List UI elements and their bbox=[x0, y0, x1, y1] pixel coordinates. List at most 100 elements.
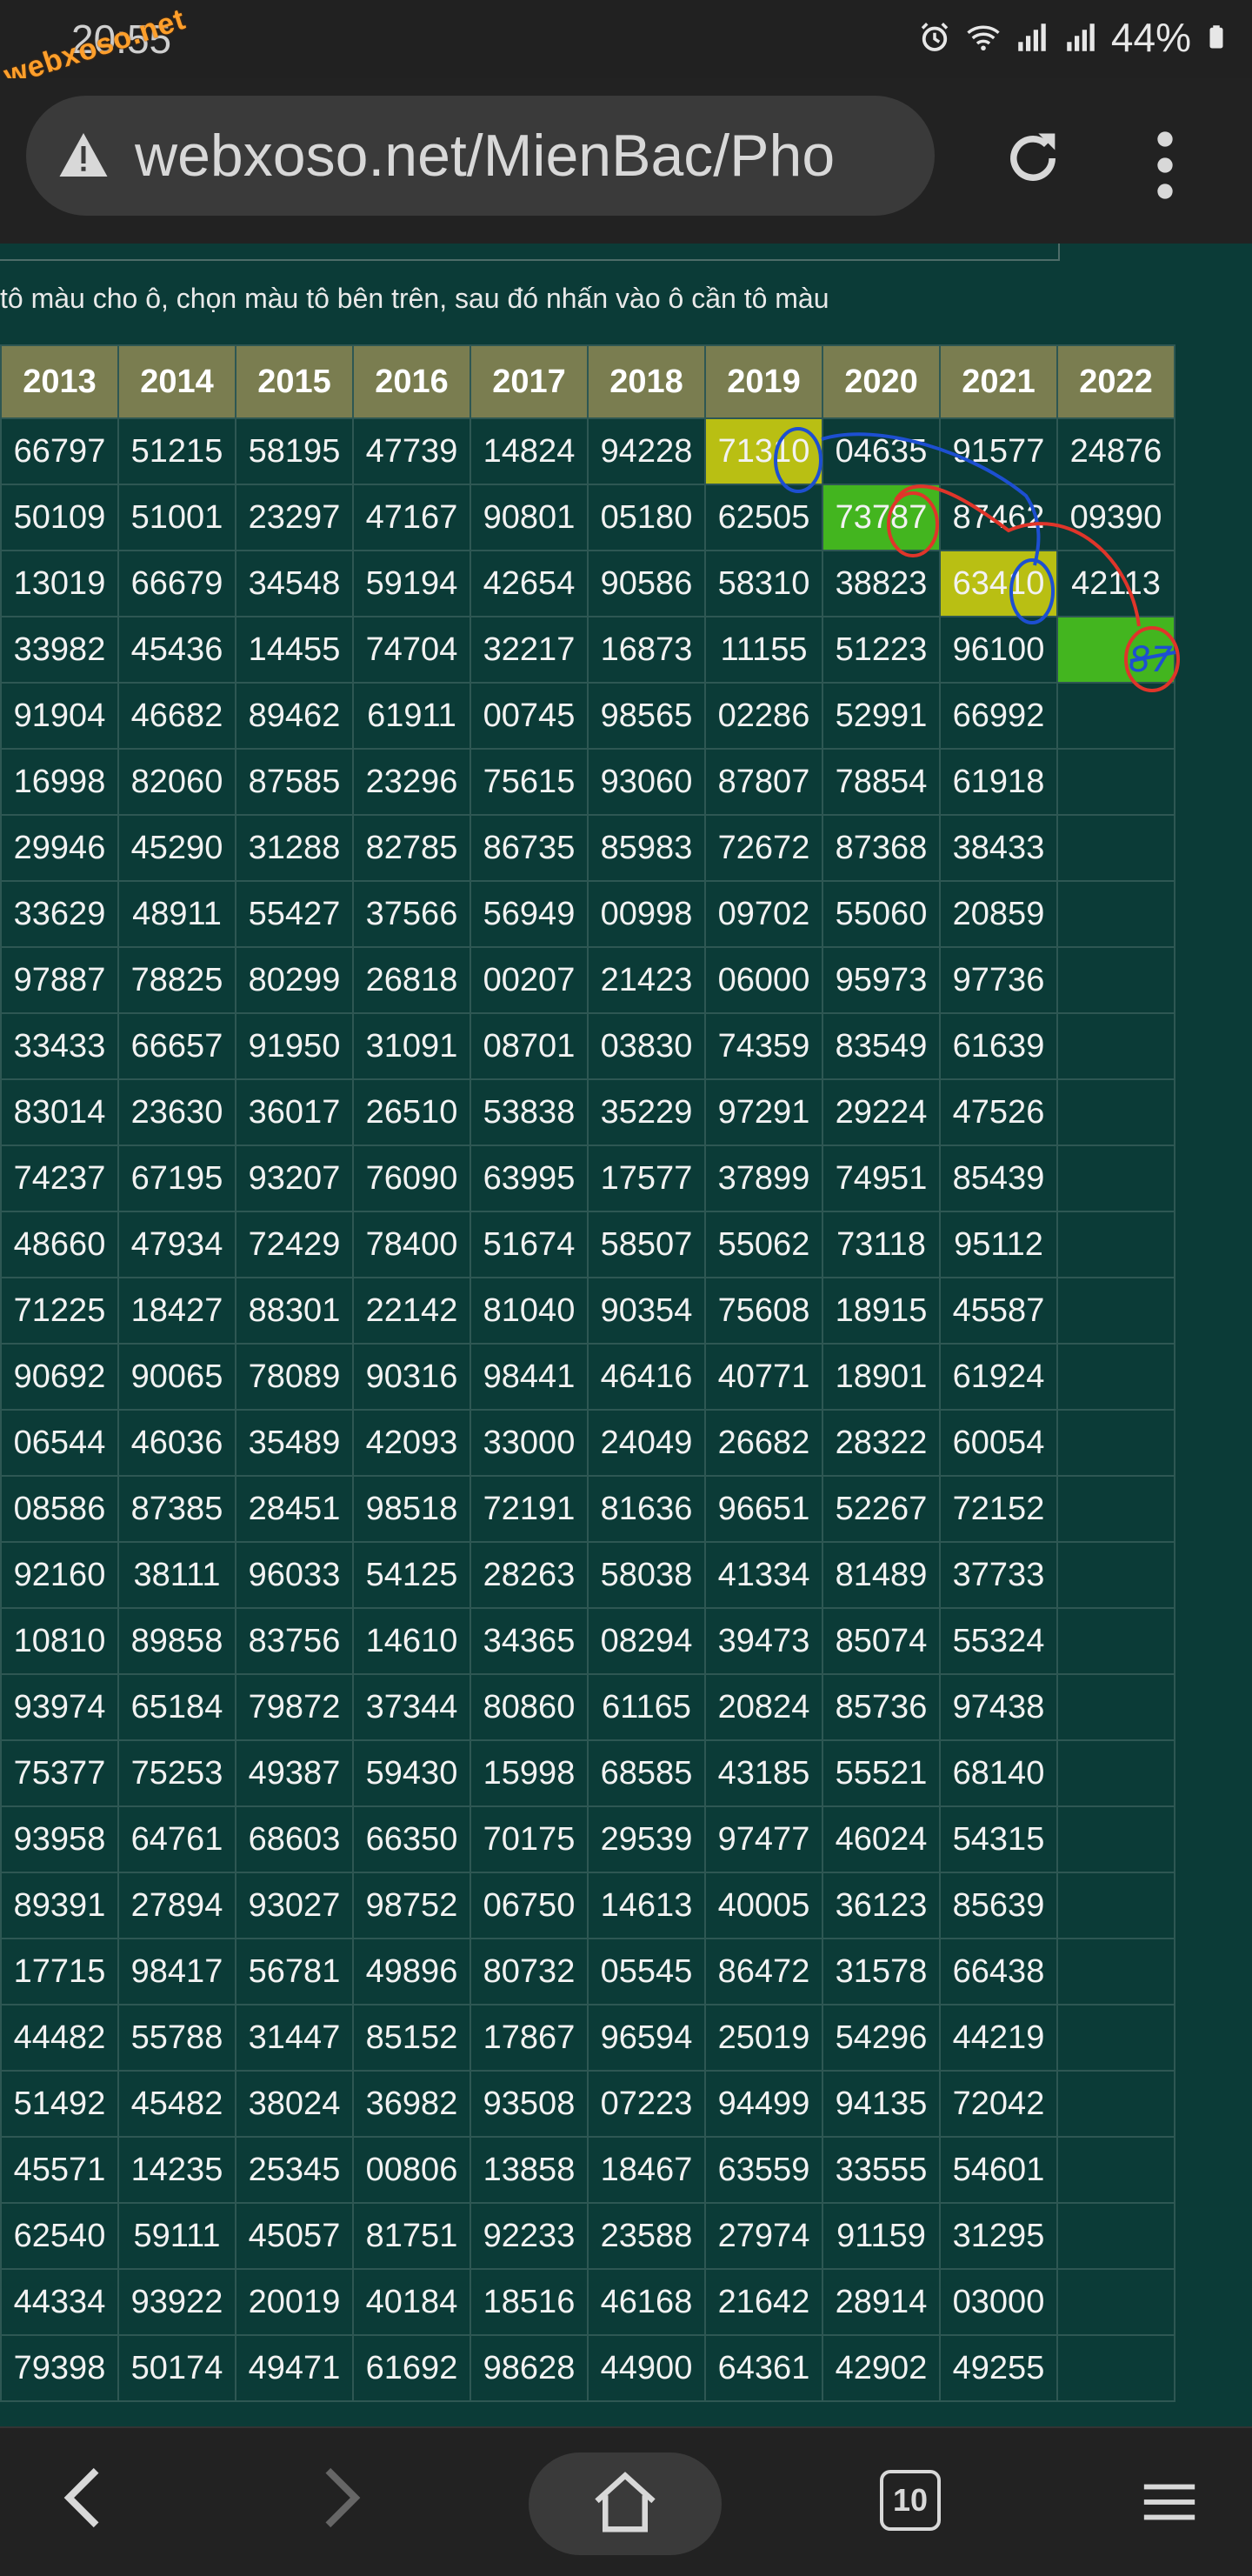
table-cell[interactable]: 79398 bbox=[0, 2334, 119, 2402]
table-cell[interactable]: 54125 bbox=[352, 1541, 471, 1609]
table-cell[interactable]: 72429 bbox=[235, 1211, 354, 1278]
table-cell[interactable] bbox=[1056, 1145, 1175, 1212]
table-cell[interactable]: 44219 bbox=[939, 2004, 1058, 2072]
table-cell[interactable]: 37733 bbox=[939, 1541, 1058, 1609]
table-cell[interactable]: 52991 bbox=[822, 682, 941, 750]
menu-icon[interactable] bbox=[1139, 2472, 1200, 2533]
table-cell[interactable]: 81636 bbox=[587, 1475, 706, 1543]
table-cell[interactable]: 83014 bbox=[0, 1078, 119, 1146]
table-cell[interactable]: 96594 bbox=[587, 2004, 706, 2072]
table-cell[interactable]: 93958 bbox=[0, 1805, 119, 1873]
table-cell[interactable]: 66350 bbox=[352, 1805, 471, 1873]
table-cell[interactable]: 80299 bbox=[235, 946, 354, 1014]
table-cell[interactable]: 16998 bbox=[0, 748, 119, 816]
table-cell[interactable]: 29946 bbox=[0, 814, 119, 882]
table-cell[interactable]: 56781 bbox=[235, 1938, 354, 2005]
table-cell[interactable]: 17715 bbox=[0, 1938, 119, 2005]
table-cell[interactable]: 31295 bbox=[939, 2202, 1058, 2270]
table-cell[interactable] bbox=[1056, 1872, 1175, 1939]
table-cell[interactable]: 73118 bbox=[822, 1211, 941, 1278]
table-cell[interactable] bbox=[1056, 1739, 1175, 1807]
table-cell[interactable]: 45057 bbox=[235, 2202, 354, 2270]
table-cell[interactable] bbox=[1056, 814, 1175, 882]
table-cell[interactable]: 40184 bbox=[352, 2268, 471, 2336]
table-cell[interactable]: 37899 bbox=[704, 1145, 823, 1212]
table-cell[interactable]: 47934 bbox=[117, 1211, 236, 1278]
table-cell[interactable]: 59111 bbox=[117, 2202, 236, 2270]
table-cell[interactable]: 28914 bbox=[822, 2268, 941, 2336]
table-cell[interactable]: 50109 bbox=[0, 484, 119, 551]
table-cell[interactable]: 89858 bbox=[117, 1607, 236, 1675]
table-cell[interactable]: 66992 bbox=[939, 682, 1058, 750]
table-cell[interactable]: 13019 bbox=[0, 550, 119, 617]
table-cell[interactable]: 58507 bbox=[587, 1211, 706, 1278]
table-cell[interactable]: 98417 bbox=[117, 1938, 236, 2005]
table-cell[interactable]: 73787 bbox=[822, 484, 941, 551]
table-cell[interactable]: 55060 bbox=[822, 880, 941, 948]
table-cell[interactable]: 91159 bbox=[822, 2202, 941, 2270]
table-cell[interactable]: 25345 bbox=[235, 2136, 354, 2204]
warning-icon[interactable] bbox=[57, 130, 110, 179]
table-cell[interactable]: 31091 bbox=[352, 1012, 471, 1080]
table-cell[interactable] bbox=[1056, 1673, 1175, 1741]
table-cell[interactable]: 42113 bbox=[1056, 550, 1175, 617]
table-cell[interactable]: 87368 bbox=[822, 814, 941, 882]
table-cell[interactable]: 47739 bbox=[352, 417, 471, 485]
table-cell[interactable]: 93060 bbox=[587, 748, 706, 816]
table-cell[interactable] bbox=[1056, 880, 1175, 948]
table-cell[interactable]: 20019 bbox=[235, 2268, 354, 2336]
home-icon[interactable] bbox=[591, 2470, 659, 2538]
table-cell[interactable]: 71310 bbox=[704, 417, 823, 485]
table-cell[interactable]: 61692 bbox=[352, 2334, 471, 2402]
table-cell[interactable]: 74359 bbox=[704, 1012, 823, 1080]
table-cell[interactable] bbox=[1056, 2136, 1175, 2204]
table-cell[interactable]: 18467 bbox=[587, 2136, 706, 2204]
table-cell[interactable]: 26818 bbox=[352, 946, 471, 1014]
table-cell[interactable]: 02286 bbox=[704, 682, 823, 750]
table-cell[interactable]: 93207 bbox=[235, 1145, 354, 1212]
table-cell[interactable]: 34365 bbox=[470, 1607, 589, 1675]
table-cell[interactable]: 33629 bbox=[0, 880, 119, 948]
table-cell[interactable]: 90801 bbox=[470, 484, 589, 551]
table-cell[interactable]: 36017 bbox=[235, 1078, 354, 1146]
table-cell[interactable]: 87585 bbox=[235, 748, 354, 816]
table-cell[interactable]: 03830 bbox=[587, 1012, 706, 1080]
table-cell[interactable]: 95973 bbox=[822, 946, 941, 1014]
table-cell[interactable]: 45482 bbox=[117, 2070, 236, 2138]
table-cell[interactable]: 72672 bbox=[704, 814, 823, 882]
table-cell[interactable]: 62540 bbox=[0, 2202, 119, 2270]
table-cell[interactable]: 51674 bbox=[470, 1211, 589, 1278]
table-cell[interactable]: 49471 bbox=[235, 2334, 354, 2402]
table-cell[interactable]: 74951 bbox=[822, 1145, 941, 1212]
table-cell[interactable]: 58195 bbox=[235, 417, 354, 485]
table-cell[interactable]: 63995 bbox=[470, 1145, 589, 1212]
table-cell[interactable] bbox=[1056, 616, 1175, 684]
table-cell[interactable]: 46682 bbox=[117, 682, 236, 750]
table-cell[interactable]: 96033 bbox=[235, 1541, 354, 1609]
table-cell[interactable]: 23630 bbox=[117, 1078, 236, 1146]
table-cell[interactable]: 05180 bbox=[587, 484, 706, 551]
table-cell[interactable]: 86735 bbox=[470, 814, 589, 882]
table-cell[interactable]: 40005 bbox=[704, 1872, 823, 1939]
table-cell[interactable]: 60054 bbox=[939, 1409, 1058, 1477]
table-cell[interactable]: 96100 bbox=[939, 616, 1058, 684]
table-cell[interactable]: 63559 bbox=[704, 2136, 823, 2204]
table-cell[interactable]: 98518 bbox=[352, 1475, 471, 1543]
table-cell[interactable]: 97291 bbox=[704, 1078, 823, 1146]
table-cell[interactable]: 93922 bbox=[117, 2268, 236, 2336]
table-cell[interactable]: 18427 bbox=[117, 1277, 236, 1345]
table-cell[interactable]: 00998 bbox=[587, 880, 706, 948]
table-cell[interactable]: 85639 bbox=[939, 1872, 1058, 1939]
table-cell[interactable]: 54601 bbox=[939, 2136, 1058, 2204]
table-cell[interactable]: 53838 bbox=[470, 1078, 589, 1146]
table-cell[interactable] bbox=[1056, 1211, 1175, 1278]
table-cell[interactable]: 68603 bbox=[235, 1805, 354, 1873]
table-cell[interactable]: 06750 bbox=[470, 1872, 589, 1939]
table-cell[interactable]: 72152 bbox=[939, 1475, 1058, 1543]
table-cell[interactable] bbox=[1056, 1938, 1175, 2005]
table-cell[interactable] bbox=[1056, 2268, 1175, 2336]
table-cell[interactable]: 66679 bbox=[117, 550, 236, 617]
table-cell[interactable]: 75377 bbox=[0, 1739, 119, 1807]
table-cell[interactable] bbox=[1056, 1475, 1175, 1543]
table-cell[interactable] bbox=[1056, 1805, 1175, 1873]
